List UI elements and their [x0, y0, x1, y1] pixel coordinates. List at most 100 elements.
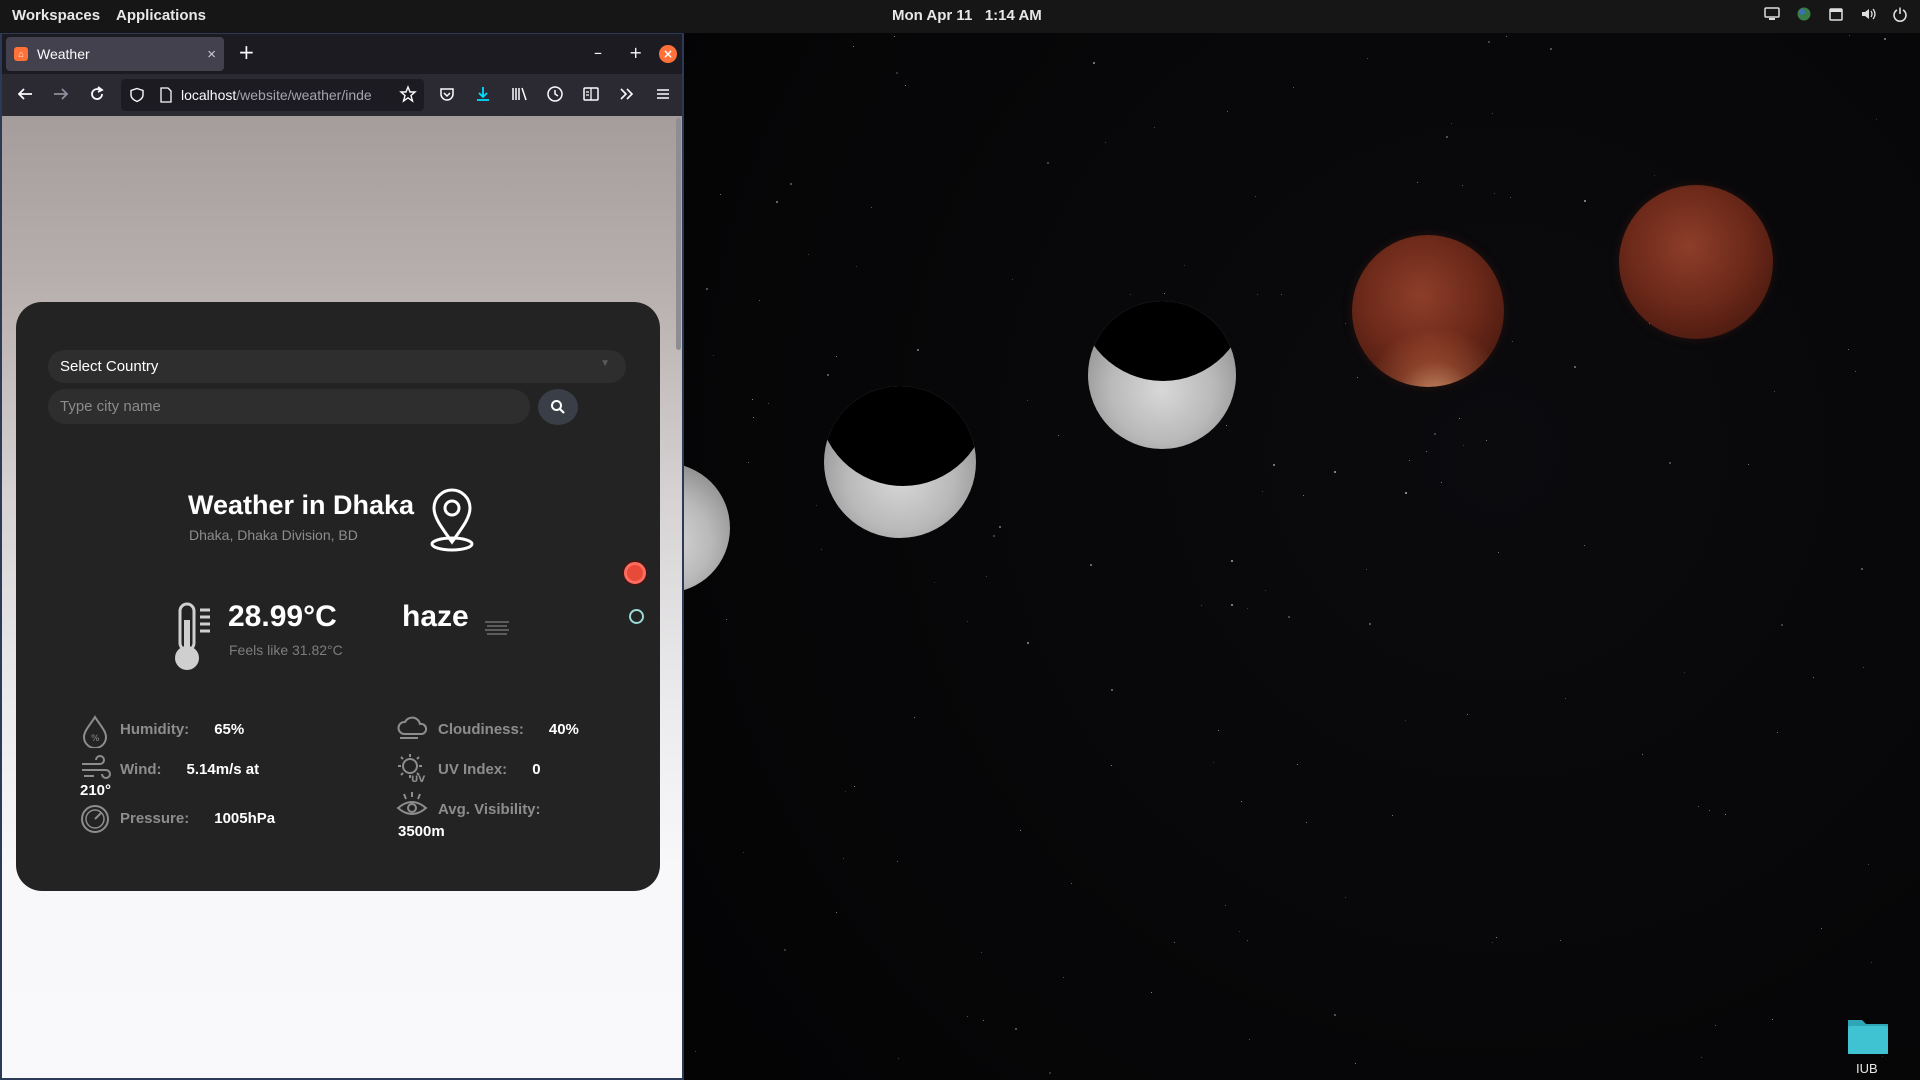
star: [1062, 976, 1064, 978]
weather-card: Select Country ▼ Weather in Dhaka Dhaka,…: [16, 302, 660, 891]
search-button[interactable]: [538, 389, 578, 425]
visibility-eye-icon: [396, 792, 428, 815]
moon-phase-2: [824, 386, 976, 538]
country-select-label: Select Country: [60, 358, 159, 375]
star: [1217, 730, 1219, 732]
clipboard-icon[interactable]: [1828, 6, 1844, 22]
star: [1057, 434, 1059, 436]
close-window-button[interactable]: ×: [659, 45, 677, 63]
downloads-icon[interactable]: [473, 85, 493, 108]
star: [1855, 370, 1857, 372]
star: [1683, 671, 1685, 673]
star: [1110, 688, 1113, 691]
humidity-stat: Humidity: 65%: [120, 721, 244, 738]
star: [1354, 1062, 1356, 1064]
star: [1697, 805, 1699, 807]
star: [967, 1015, 969, 1017]
record-indicator[interactable]: [624, 562, 646, 584]
folder-icon[interactable]: [1846, 1014, 1890, 1058]
minimize-button[interactable]: –: [594, 44, 602, 62]
star: [1093, 61, 1096, 64]
star: [1506, 36, 1508, 38]
workspaces-menu[interactable]: Workspaces: [12, 7, 100, 24]
star: [1884, 38, 1887, 41]
new-tab-button[interactable]: +: [238, 42, 255, 62]
star: [725, 619, 727, 621]
library-icon[interactable]: [509, 85, 529, 108]
star: [1871, 962, 1873, 964]
reader-view-icon[interactable]: [581, 85, 601, 108]
star: [1488, 41, 1491, 44]
scrollbar-thumb[interactable]: [676, 118, 681, 350]
reload-icon[interactable]: [87, 85, 107, 108]
star: [1026, 399, 1028, 401]
folder-label[interactable]: IUB: [1856, 1061, 1878, 1076]
uv-index-value: 0: [532, 761, 541, 778]
star: [1409, 460, 1411, 462]
star: [1249, 1038, 1251, 1040]
screen-icon[interactable]: [1764, 6, 1780, 22]
star: [1451, 122, 1453, 124]
humidity-icon: %: [82, 715, 108, 748]
wind-direction-value: 210°: [80, 782, 112, 799]
star: [1669, 461, 1672, 464]
pressure-gauge-icon: [81, 805, 109, 833]
city-input[interactable]: [48, 389, 530, 424]
clock[interactable]: Mon Apr 11 1:14 AM: [892, 7, 1042, 24]
bookmark-star-icon[interactable]: [398, 85, 418, 108]
hamburger-menu-icon[interactable]: [653, 85, 673, 108]
star: [1392, 814, 1394, 816]
star: [1434, 432, 1437, 435]
star: [1368, 622, 1371, 625]
star: [871, 207, 873, 209]
star: [706, 288, 709, 291]
globe-icon[interactable]: [1796, 6, 1812, 22]
moon-phase-3: [1088, 301, 1236, 449]
tab-weather[interactable]: ⌂ Weather ×: [6, 37, 224, 71]
star: [752, 398, 754, 400]
ring-indicator[interactable]: [629, 609, 644, 624]
star: [1467, 714, 1469, 716]
forward-icon[interactable]: [51, 85, 71, 108]
moon-phase-4: [1352, 235, 1504, 387]
star: [1012, 279, 1014, 281]
moon-phase-5: [1619, 185, 1773, 339]
star: [1405, 720, 1407, 722]
star: [1509, 197, 1511, 199]
star: [1027, 641, 1030, 644]
cloudiness-value: 40%: [548, 721, 579, 738]
country-select[interactable]: Select Country ▼: [48, 350, 626, 383]
star: [1357, 376, 1359, 378]
star: [1776, 731, 1778, 733]
maximize-button[interactable]: +: [629, 44, 642, 62]
overflow-chevrons-icon[interactable]: [617, 85, 637, 108]
star: [719, 193, 721, 195]
star: [1302, 494, 1304, 496]
tab-close-icon[interactable]: ×: [207, 46, 216, 63]
applications-menu[interactable]: Applications: [116, 7, 206, 24]
volume-icon[interactable]: [1860, 6, 1876, 22]
scrollbar[interactable]: [674, 116, 682, 1078]
star: [983, 1019, 985, 1021]
star: [1560, 939, 1562, 941]
star: [853, 46, 855, 48]
star: [855, 265, 857, 267]
power-icon[interactable]: [1892, 6, 1908, 22]
star: [768, 402, 770, 404]
star: [776, 200, 779, 203]
history-icon[interactable]: [545, 85, 565, 108]
star: [1848, 34, 1850, 36]
shield-icon[interactable]: [129, 87, 145, 103]
star: [815, 504, 817, 506]
back-icon[interactable]: [15, 85, 35, 108]
star: [1230, 604, 1233, 607]
star: [1183, 265, 1185, 267]
url-bar[interactable]: localhost/website/weather/inde: [121, 79, 424, 111]
star: [934, 581, 936, 583]
wind-value: 5.14m/s at: [186, 761, 260, 778]
pressure-label: Pressure:: [120, 810, 190, 827]
star: [1771, 1018, 1773, 1020]
star: [992, 535, 995, 538]
url-path: /website/weather/inde: [236, 87, 372, 103]
pocket-icon[interactable]: [437, 85, 457, 108]
